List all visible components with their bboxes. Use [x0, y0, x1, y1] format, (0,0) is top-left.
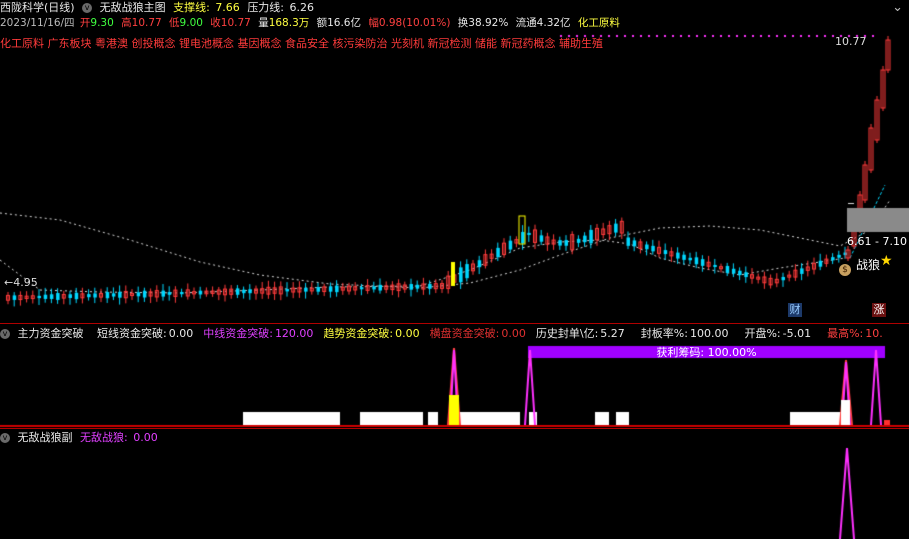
low-value: 9.00	[179, 17, 203, 29]
industry-tag[interactable]: 化工原料	[578, 17, 620, 29]
open-value: 9.30	[90, 17, 114, 29]
low-price-label: ←4.95	[4, 276, 38, 289]
open-label: 开	[79, 17, 91, 29]
metric-value: 0.00	[168, 327, 194, 340]
pressure-label: 压力线:	[247, 1, 285, 14]
high-value: 10.77	[131, 17, 162, 29]
chevron-down-icon[interactable]: v	[0, 433, 10, 443]
chevron-down-icon[interactable]: v	[0, 329, 10, 339]
limit-up-badge[interactable]: 涨	[872, 303, 886, 317]
panel2-metrics: 短线资金突破: 0.00 中线资金突破: 120.00 趋势资金突破: 0.00 横盘资金突…	[97, 327, 899, 340]
metric-label: 趋势资金突破:	[323, 327, 394, 340]
high-price-label: 10.77	[835, 35, 867, 48]
volume-value: 168.3万	[268, 17, 310, 29]
chart-canvas[interactable]	[0, 0, 909, 539]
float-value: 4.32亿	[536, 17, 571, 29]
metric-value: 5.27	[600, 327, 625, 340]
metric-value: 0.00	[501, 327, 526, 340]
finance-badge[interactable]: 财	[788, 303, 802, 317]
metric-label: 封板率%:	[640, 327, 688, 340]
float-label: 流通	[515, 17, 537, 29]
star-icon: ★	[880, 253, 893, 269]
metric-label: 中线资金突破:	[203, 327, 273, 340]
metric-value: 100.00	[689, 327, 729, 340]
low-label: 低	[169, 17, 180, 29]
metric-value: 0.00	[395, 327, 420, 340]
amount-label: 额	[316, 17, 328, 29]
indicator-name[interactable]: 无敌战狼主图	[100, 1, 166, 14]
panel3-label: 无敌战狼:	[80, 431, 128, 444]
panel2-header: v 主力资金突破 短线资金突破: 0.00 中线资金突破: 120.00 趋势资金突破:…	[0, 326, 903, 342]
metric-value: -5.01	[782, 327, 812, 340]
pressure-value: 6.26	[289, 1, 315, 14]
stock-title[interactable]: 西陇科学(日线)	[0, 1, 75, 14]
metric-label: 横盘资金突破:	[429, 327, 500, 340]
panel2-title[interactable]: 主力资金突破	[18, 327, 84, 340]
main-header: 西陇科学(日线) v 无敌战狼主图 支撑线: 7.66 压力线: 6.26	[0, 0, 318, 16]
panel3-title[interactable]: 无敌战狼副	[18, 431, 73, 444]
turnover-value: 38.92%	[468, 17, 509, 29]
panel3-header: v 无敌战狼副 无敌战狼: 0.00	[0, 430, 162, 446]
quote-date: 2023/11/16/四	[0, 17, 75, 29]
close-label: 收	[210, 17, 221, 29]
quote-bar: 2023/11/16/四 开9.30 高10.77 低9.00 收10.77 量…	[0, 15, 624, 31]
chevron-down-icon[interactable]: ⌄	[892, 0, 903, 15]
metric-value: 10.	[865, 327, 883, 340]
high-label: 高	[121, 17, 132, 29]
close-value: 10.77	[220, 17, 251, 29]
coin-icon: $	[839, 264, 851, 276]
metric-label: 开盘%:	[744, 327, 781, 340]
metric-label: 最高%:	[827, 327, 864, 340]
panel-divider	[0, 428, 909, 429]
chevron-down-icon[interactable]: v	[82, 3, 93, 13]
metric-label: 短线资金突破:	[97, 327, 167, 340]
concept-tags[interactable]: 化工原料 广东板块 粤港澳 创投概念 锂电池概念 基因概念 食品安全 核污染防治…	[0, 36, 603, 52]
range-label: 6.61 - 7.10	[847, 235, 907, 248]
panel3-value: 0.00	[133, 431, 158, 444]
support-label: 支撑线:	[173, 1, 210, 14]
metric-value: 120.00	[274, 327, 314, 340]
panel-divider	[0, 323, 909, 324]
support-value: 7.66	[215, 1, 240, 14]
turnover-label: 换	[457, 17, 469, 29]
change-value: 0.98(10.01%)	[378, 17, 451, 29]
change-label: 幅	[368, 17, 379, 29]
amount-value: 16.6亿	[327, 17, 361, 29]
volume-label: 量	[258, 17, 269, 29]
profit-chips-banner: 获利筹码: 100.00%	[656, 346, 757, 359]
zhanlang-label: 战狼	[856, 258, 881, 272]
metric-label: 历史封单\亿:	[535, 327, 599, 340]
